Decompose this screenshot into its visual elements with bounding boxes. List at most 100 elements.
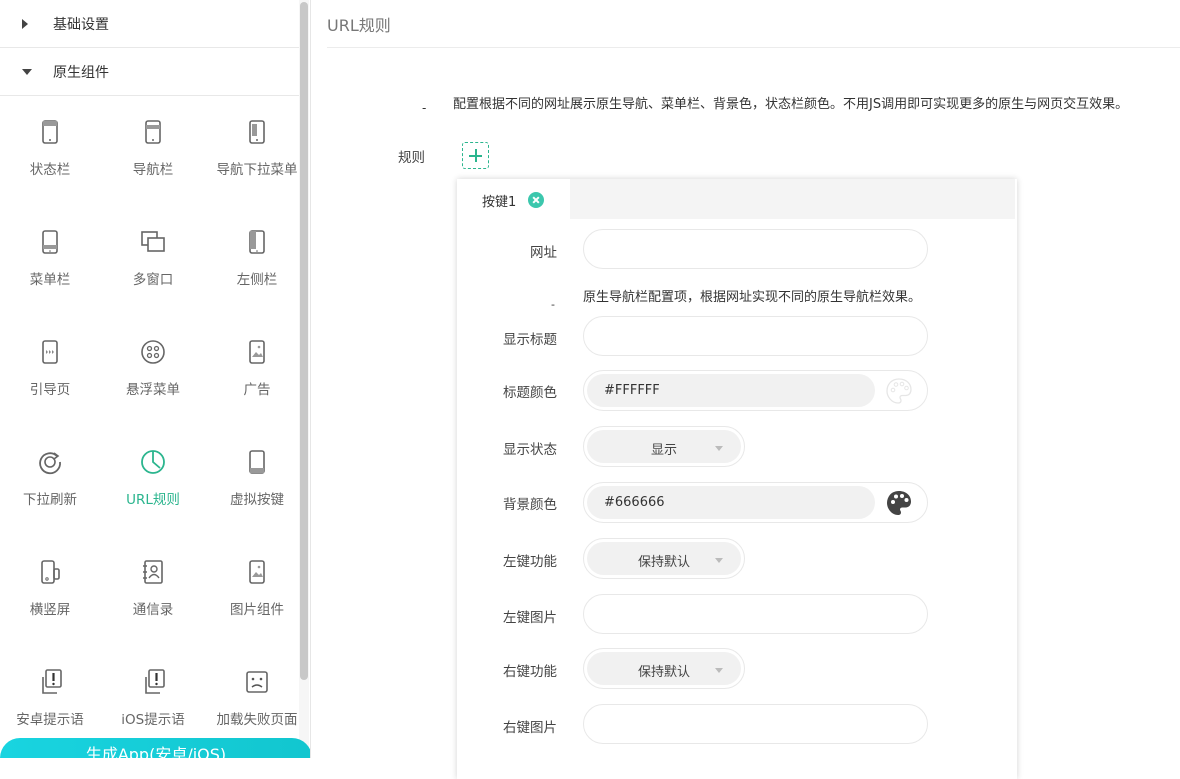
grid-item-label: 多窗口	[132, 272, 174, 288]
grid-item-guide-page[interactable]: 引导页	[0, 317, 100, 427]
show-title-field	[583, 316, 928, 356]
show-title-input[interactable]	[584, 317, 927, 355]
grid-item-url-rule[interactable]: URL规则	[103, 427, 203, 537]
right-img-input[interactable]	[584, 705, 927, 743]
grid-item-label: iOS提示语	[121, 712, 185, 728]
right-func-pill: 保持默认	[587, 652, 741, 685]
multi-window-icon	[138, 227, 168, 257]
grid-item-label: 下拉刷新	[23, 492, 77, 508]
rotate-screen-icon	[35, 557, 65, 587]
grid-item-label: 导航栏	[132, 162, 174, 178]
title-color-field	[583, 370, 928, 411]
bg-color-field	[583, 482, 928, 523]
phone-leftbar-icon	[242, 227, 272, 257]
generate-app-button[interactable]: 生成App(安卓/iOS)	[0, 738, 310, 758]
left-img-input[interactable]	[584, 595, 927, 633]
grid-item-pull-refresh[interactable]: 下拉刷新	[0, 427, 100, 537]
show-status-pill: 显示	[587, 430, 741, 463]
right-func-label: 右键功能	[503, 664, 557, 680]
grid-item-label: 导航下拉菜单	[216, 162, 298, 178]
grid-item-label: URL规则	[126, 492, 180, 508]
url-input[interactable]	[584, 230, 927, 268]
page-title: URL规则	[327, 16, 391, 35]
close-icon[interactable]	[528, 192, 544, 208]
grid-item-label: 左侧栏	[236, 272, 278, 288]
bg-color-label: 背景颜色	[503, 497, 557, 513]
grid-item-status-bar[interactable]: 状态栏	[0, 97, 100, 207]
sidebar-section-native-components[interactable]: 原生组件	[0, 48, 300, 96]
grid-item-nav-dropdown[interactable]: 导航下拉菜单	[207, 97, 307, 207]
url-label: 网址	[530, 245, 557, 261]
tab-label: 按键1	[482, 195, 517, 210]
palette-icon[interactable]	[885, 489, 913, 517]
grid-item-menu-bar[interactable]: 菜单栏	[0, 207, 100, 317]
phone-ad-icon	[242, 337, 272, 367]
left-img-label: 左键图片	[503, 610, 557, 626]
refresh-icon	[35, 447, 65, 477]
sidebar: 基础设置 原生组件 状态栏 导航栏 导航下拉菜单 菜单栏 多窗口 左侧栏 引导页…	[0, 0, 310, 758]
grid-item-label: 虚拟按键	[230, 492, 284, 508]
show-title-label: 显示标题	[503, 332, 557, 348]
title-color-pill	[587, 374, 875, 407]
grid-item-label: 菜单栏	[29, 272, 71, 288]
show-status-select[interactable]: 显示	[583, 426, 745, 467]
palette-icon[interactable]	[885, 377, 913, 405]
sidebar-section-label: 原生组件	[53, 64, 109, 81]
sidebar-scrollbar[interactable]	[300, 2, 308, 680]
page-description: 配置根据不同的网址展示原生导航、菜单栏、背景色，状态栏颜色。不用JS调用即可实现…	[453, 97, 1129, 112]
right-img-label: 右键图片	[503, 720, 557, 736]
title-color-label: 标题颜色	[503, 385, 557, 401]
chevron-down-icon	[715, 558, 723, 563]
description-dash: -	[422, 101, 427, 115]
grid-item-rotate-screen[interactable]: 横竖屏	[0, 537, 100, 647]
right-img-field	[583, 704, 928, 744]
grid-item-label: 加载失败页面	[216, 712, 298, 728]
bg-color-pill	[587, 486, 875, 519]
rule-label: 规则	[398, 150, 425, 166]
grid-item-floating-menu[interactable]: 悬浮菜单	[103, 317, 203, 427]
left-img-field	[583, 594, 928, 634]
grid-item-left-bar[interactable]: 左侧栏	[207, 207, 307, 317]
ios-alert-icon	[138, 667, 168, 697]
add-rule-button[interactable]	[462, 142, 489, 169]
grid-item-nav-bar[interactable]: 导航栏	[103, 97, 203, 207]
main-content: URL规则 - 配置根据不同的网址展示原生导航、菜单栏、背景色，状态栏颜色。不用…	[311, 0, 1180, 779]
tab-button-1[interactable]: 按键1	[457, 179, 570, 219]
left-func-select[interactable]: 保持默认	[583, 538, 745, 579]
right-func-select[interactable]: 保持默认	[583, 648, 745, 689]
contacts-icon	[138, 557, 168, 587]
grid-item-label: 状态栏	[29, 162, 71, 178]
navbar-config-note: 原生导航栏配置项，根据网址实现不同的原生导航栏效果。	[583, 290, 922, 305]
grid-item-label: 广告	[243, 382, 271, 398]
left-func-label: 左键功能	[503, 554, 557, 570]
title-color-input[interactable]	[587, 374, 875, 407]
grid-item-label: 图片组件	[230, 602, 284, 618]
phone-guide-icon	[35, 337, 65, 367]
bg-color-input[interactable]	[587, 486, 875, 519]
note-dash: -	[551, 298, 555, 311]
load-fail-icon	[242, 667, 272, 697]
phone-statusbar-icon	[35, 117, 65, 147]
title-divider	[327, 47, 1180, 48]
grid-item-label: 悬浮菜单	[126, 382, 180, 398]
grid-item-image-component[interactable]: 图片组件	[207, 537, 307, 647]
grid-item-virtual-key[interactable]: 虚拟按键	[207, 427, 307, 537]
left-func-pill: 保持默认	[587, 542, 741, 575]
grid-item-label: 安卓提示语	[16, 712, 84, 728]
phone-dropdown-icon	[242, 117, 272, 147]
virtual-key-icon	[242, 447, 272, 477]
show-status-label: 显示状态	[503, 442, 557, 458]
grid-item-multi-window[interactable]: 多窗口	[103, 207, 203, 317]
phone-menubar-icon	[35, 227, 65, 257]
caret-down-icon	[22, 68, 32, 75]
grid-item-ad[interactable]: 广告	[207, 317, 307, 427]
grid-item-label: 通信录	[132, 602, 174, 618]
chevron-down-icon	[715, 446, 723, 451]
url-field	[583, 229, 928, 269]
grid-item-label: 引导页	[29, 382, 71, 398]
android-alert-icon	[35, 667, 65, 697]
grid-item-contacts[interactable]: 通信录	[103, 537, 203, 647]
rule-panel: 按键1 网址 - 原生导航栏配置项，根据网址实现不同的原生导航栏效果。 显示标题…	[457, 179, 1017, 779]
image-component-icon	[242, 557, 272, 587]
sidebar-section-basic-settings[interactable]: 基础设置	[0, 0, 300, 48]
